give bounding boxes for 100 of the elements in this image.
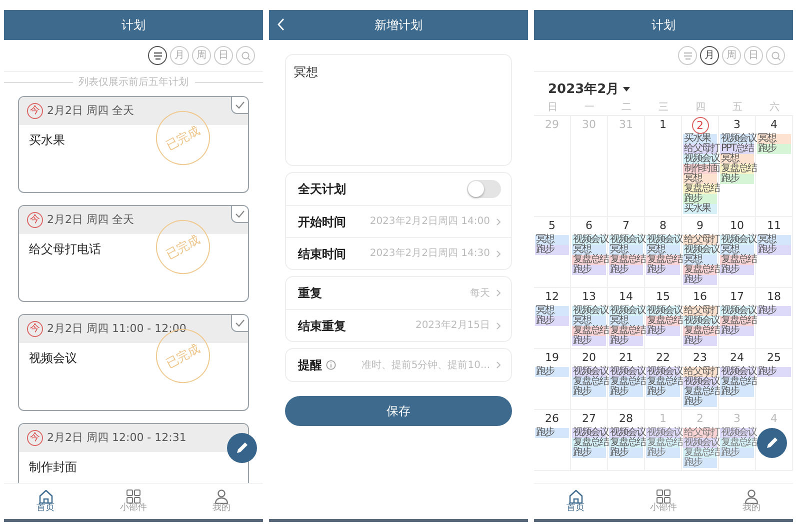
event-chip[interactable]: 跑步 [535, 366, 569, 376]
day-number[interactable]: 11 [766, 218, 782, 234]
event-chip[interactable]: 跑步 [646, 386, 680, 396]
plan-title: 给父母打电话 [29, 241, 101, 258]
toggle-switch[interactable] [467, 180, 501, 198]
day-number[interactable]: 13 [580, 288, 598, 306]
event-chip[interactable]: 跑步 [720, 448, 754, 458]
grid-icon [656, 489, 671, 504]
event-chip[interactable]: 冥想 [535, 306, 569, 316]
event-chip[interactable]: 跑步 [535, 244, 569, 254]
day-number[interactable]: 28 [618, 410, 634, 428]
event-chip[interactable]: 冥想 [572, 316, 606, 326]
day-number[interactable]: 4 [766, 116, 782, 134]
day-number[interactable]: 12 [544, 288, 560, 306]
event-chip[interactable]: 买水果 [683, 134, 717, 144]
day-number[interactable]: 6 [580, 218, 598, 234]
day-number[interactable]: 7 [618, 218, 634, 234]
title-field[interactable]: 冥想 [285, 54, 512, 166]
event-chip[interactable]: 跑步 [757, 144, 791, 154]
check-icon [235, 319, 245, 327]
event-chip[interactable]: 跑步 [609, 448, 643, 458]
checkbox[interactable] [231, 206, 248, 223]
day-number[interactable]: 14 [618, 288, 634, 306]
event-chip[interactable]: 冥想 [683, 174, 717, 184]
event-chip[interactable]: 冥想 [572, 244, 606, 254]
day-number[interactable]: 18 [766, 288, 782, 306]
weekday-label: 日 [546, 100, 558, 114]
event-chip[interactable]: 跑步 [572, 264, 606, 274]
plan-time: 2月2日 周四 全天 [47, 102, 134, 119]
day-number[interactable]: 22 [654, 350, 672, 366]
event-chip[interactable]: 买水果 [683, 204, 717, 214]
event-chip[interactable]: 冥想 [683, 254, 717, 264]
day-number[interactable]: 16 [692, 288, 708, 306]
event-chip[interactable]: 跑步 [720, 386, 754, 396]
view-toggle[interactable]: 月 [700, 46, 719, 65]
day-number[interactable]: 17 [728, 288, 746, 306]
event-chip[interactable]: 跑步 [609, 386, 643, 396]
day-number[interactable]: 5 [544, 218, 560, 234]
day-number[interactable]: 20 [580, 350, 598, 366]
event-chip[interactable]: 跑步 [609, 336, 643, 346]
month-title[interactable]: 2023年2月 [548, 80, 620, 100]
day-number[interactable]: 23 [692, 350, 708, 366]
event-chip[interactable]: 跑步 [757, 366, 791, 376]
checkbox[interactable] [231, 315, 248, 332]
event-chip[interactable]: 跑步 [757, 306, 791, 316]
event-chip[interactable]: 跑步 [683, 274, 717, 284]
day-number[interactable]: 1 [654, 116, 672, 134]
event-chip[interactable]: 跑步 [720, 174, 754, 184]
event-chip[interactable]: 跑步 [535, 428, 569, 438]
chevron-icon [496, 218, 501, 226]
day-number[interactable]: 21 [618, 350, 634, 366]
caret-icon[interactable] [623, 87, 630, 92]
event-chip[interactable]: 跑步 [572, 336, 606, 346]
event-chip[interactable]: 冥想 [720, 244, 754, 254]
day-number[interactable]: 25 [766, 350, 782, 366]
day-number[interactable]: 24 [728, 350, 746, 366]
event-chip[interactable]: 冥想 [720, 154, 754, 164]
event-chip[interactable]: 冥想 [757, 234, 791, 244]
back-icon[interactable] [277, 18, 285, 31]
event-chip[interactable]: 跑步 [757, 244, 791, 254]
event-chip[interactable]: 冥想 [646, 244, 680, 254]
day-number[interactable]: 15 [654, 288, 672, 306]
event-chip[interactable]: 跑步 [683, 396, 717, 406]
event-chip[interactable]: 跑步 [683, 336, 717, 346]
day-number[interactable]: 10 [728, 218, 746, 234]
event-chip[interactable]: 跑步 [720, 326, 754, 336]
plan-card[interactable]: 今 2月2日 周四 11:00 - 12:00 视频会议 已完成 [18, 314, 249, 411]
day-number[interactable]: 27 [580, 410, 598, 428]
day-number[interactable]: 19 [544, 350, 560, 366]
event-chip[interactable]: 跑步 [646, 264, 680, 274]
event-chip[interactable]: 冥想 [609, 244, 643, 254]
plan-card[interactable]: 今 2月2日 周四 全天 买水果 已完成 [18, 96, 249, 193]
user-icon [744, 489, 759, 504]
edit-button[interactable] [757, 428, 787, 458]
day-number[interactable]: 9 [692, 218, 708, 234]
event-chip[interactable]: PPT总结 [720, 144, 754, 154]
event-chip[interactable]: 跑步 [683, 458, 717, 468]
event-chip[interactable]: 冥想 [535, 234, 569, 244]
checkbox[interactable] [231, 97, 248, 114]
plan-card[interactable]: 今 2月2日 周四 全天 给父母打电话 已完成 [18, 205, 249, 302]
event-chip[interactable]: 跑步 [646, 326, 680, 336]
event-chip[interactable]: 跑步 [572, 448, 606, 458]
event-chip[interactable]: 跑步 [646, 448, 680, 458]
day-number[interactable]: 26 [544, 410, 560, 428]
day-number[interactable]: 8 [654, 218, 672, 234]
event-chip[interactable]: 冥想 [757, 134, 791, 144]
chevron-icon [496, 322, 501, 330]
event-chip[interactable]: 跑步 [683, 194, 717, 204]
event-chip[interactable]: 跑步 [720, 264, 754, 274]
chevron-icon [496, 289, 501, 297]
plan-title: 买水果 [29, 132, 65, 149]
edit-button[interactable] [227, 433, 257, 463]
today-mark: 今 [27, 103, 43, 119]
event-chip[interactable]: 冥想 [609, 316, 643, 326]
day-number[interactable]: 3 [728, 116, 746, 134]
event-chip[interactable]: 跑步 [535, 316, 569, 326]
event-chip[interactable]: 跑步 [609, 264, 643, 274]
view-toggle[interactable] [148, 46, 167, 65]
event-chip[interactable]: 跑步 [572, 386, 606, 396]
save-button[interactable]: 保存 [285, 396, 512, 426]
